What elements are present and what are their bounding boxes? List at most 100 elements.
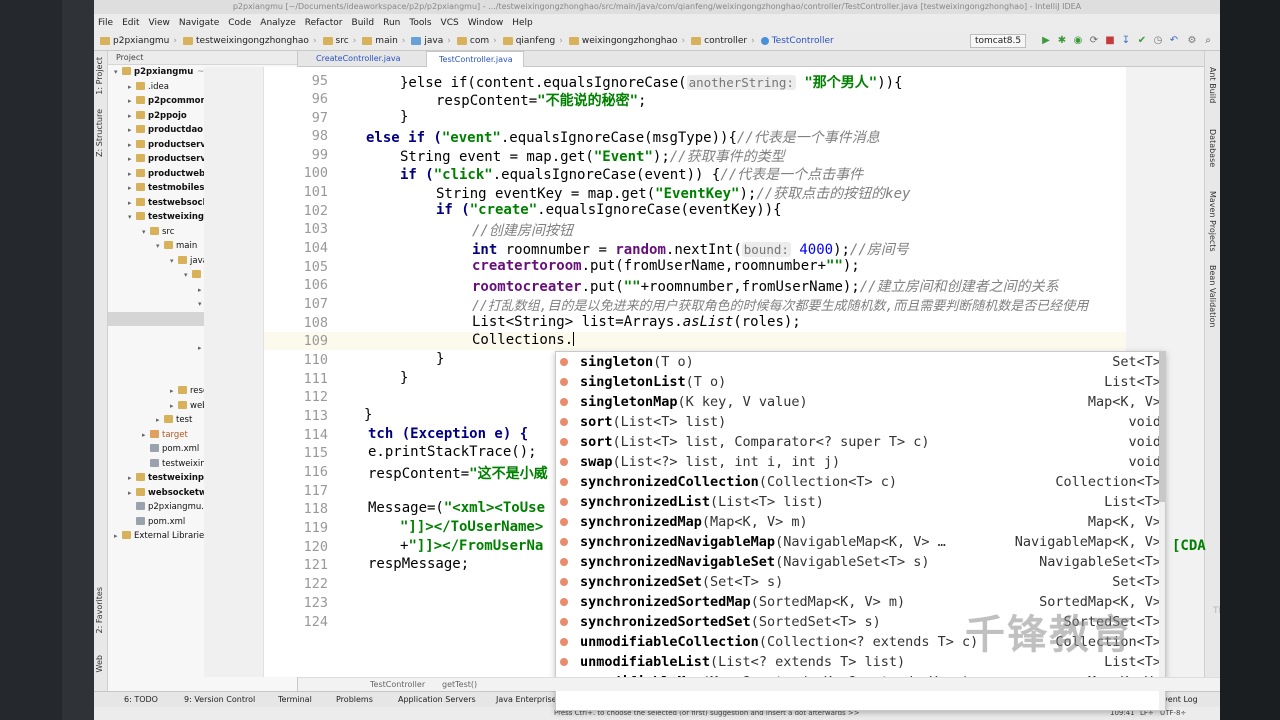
- expand-arrow-icon[interactable]: ▸: [170, 384, 178, 398]
- expand-arrow-icon[interactable]: ▸: [128, 152, 136, 166]
- expand-arrow-icon[interactable]: ▸: [128, 123, 136, 137]
- tool-tab-structure[interactable]: Z: Structure: [95, 109, 104, 157]
- expand-arrow-icon[interactable]: ▸: [128, 109, 136, 123]
- method-icon: [560, 618, 568, 626]
- breadcrumb-method[interactable]: getTest(): [442, 678, 477, 691]
- nav-crumb[interactable]: java ›: [411, 36, 451, 46]
- nav-crumb[interactable]: controller ›: [691, 36, 755, 46]
- search-everywhere-icon[interactable]: ⌕: [1202, 35, 1214, 47]
- nav-crumb[interactable]: weixingongzhonghao ›: [568, 36, 685, 46]
- run-config-select[interactable]: tomcat8.5: [970, 34, 1027, 48]
- tool-tab-web[interactable]: Web: [95, 655, 104, 672]
- tool-tab-bean-validation[interactable]: Bean Validation: [1208, 265, 1217, 327]
- completion-item-return-type: void: [1128, 414, 1161, 430]
- expand-arrow-icon[interactable]: ▸: [114, 529, 122, 543]
- build-icon[interactable]: ⟳: [1088, 35, 1100, 47]
- expand-arrow-icon[interactable]: ▸: [128, 471, 136, 485]
- tool-application-servers[interactable]: Application Servers: [398, 692, 476, 708]
- completion-item[interactable]: sort(List<T> list, Comparator<? super T>…: [556, 432, 1165, 452]
- completion-item[interactable]: synchronizedNavigableMap(NavigableMap<K,…: [556, 532, 1165, 552]
- tool-tab-project[interactable]: 1: Project: [95, 57, 104, 95]
- tool-java-enterprise[interactable]: Java Enterprise: [496, 692, 557, 708]
- expand-arrow-icon[interactable]: ▾: [114, 65, 122, 79]
- nav-crumb[interactable]: TestController: [760, 36, 834, 46]
- tool-terminal[interactable]: Terminal: [278, 692, 312, 708]
- tool-problems[interactable]: Problems: [336, 692, 373, 708]
- menu-vcs[interactable]: VCS: [441, 18, 459, 28]
- expand-arrow-icon[interactable]: ▸: [156, 413, 164, 427]
- expand-arrow-icon[interactable]: ▸: [128, 196, 136, 210]
- tool-todo[interactable]: 6: TODO: [124, 692, 158, 708]
- completion-item[interactable]: synchronizedNavigableSet(NavigableSet<T>…: [556, 552, 1165, 572]
- completion-scroll-thumb[interactable]: [1159, 352, 1165, 502]
- nav-crumb[interactable]: qianfeng ›: [502, 36, 563, 46]
- coverage-icon[interactable]: ◉: [1072, 35, 1084, 47]
- completion-item[interactable]: singletonMap(K key, V value) Map<K, V>: [556, 392, 1165, 412]
- nav-crumb[interactable]: p2pxiangmu ›: [100, 36, 177, 46]
- expand-arrow-icon[interactable]: ▸: [170, 399, 178, 413]
- tree-item-label: p2pxiangmu: [134, 67, 194, 77]
- line-number: 98: [311, 128, 328, 144]
- completion-item[interactable]: singletonList(T o) List<T>: [556, 372, 1165, 392]
- menu-code[interactable]: Code: [228, 18, 251, 28]
- menu-edit[interactable]: Edit: [122, 18, 139, 28]
- tab-create-controller[interactable]: CreateController.java: [304, 51, 411, 67]
- menu-help[interactable]: Help: [512, 18, 533, 28]
- completion-item-return-type: Collection<T>: [1055, 474, 1161, 490]
- expand-arrow-icon[interactable]: ▸: [128, 138, 136, 152]
- menu-view[interactable]: View: [149, 18, 170, 28]
- menu-tools[interactable]: Tools: [409, 18, 431, 28]
- expand-arrow-icon[interactable]: ▾: [128, 210, 136, 224]
- nav-crumb[interactable]: main ›: [362, 36, 405, 46]
- menu-navigate[interactable]: Navigate: [179, 18, 219, 28]
- nav-crumb[interactable]: com ›: [456, 36, 497, 46]
- menu-window[interactable]: Window: [468, 18, 504, 28]
- expand-arrow-icon[interactable]: ▸: [128, 167, 136, 181]
- completion-item[interactable]: synchronizedList(List<T> list) List<T>: [556, 492, 1165, 512]
- menu-run[interactable]: Run: [383, 18, 400, 28]
- completion-item[interactable]: synchronizedMap(Map<K, V> m) Map<K, V>: [556, 512, 1165, 532]
- vcs-commit-icon[interactable]: ✔: [1136, 35, 1148, 47]
- completion-item[interactable]: sort(List<T> list) void: [556, 412, 1165, 432]
- code-line: Message=("<xml><ToUse: [368, 500, 546, 516]
- vcs-revert-icon[interactable]: ↶: [1168, 35, 1180, 47]
- menu-refactor[interactable]: Refactor: [305, 18, 343, 28]
- stop-icon[interactable]: ■: [1104, 35, 1116, 47]
- completion-item[interactable]: singleton(T o) Set<T>: [556, 352, 1165, 372]
- method-icon: [560, 638, 568, 646]
- tab-test-controller[interactable]: TestController.java: [426, 51, 524, 67]
- tool-tab-ant-build[interactable]: Ant Build: [1208, 67, 1217, 103]
- completion-item-signature: (List<? extends T> list): [710, 654, 906, 670]
- expand-arrow-icon[interactable]: ▾: [170, 254, 178, 268]
- completion-item[interactable]: swap(List<?> list, int i, int j) void: [556, 452, 1165, 472]
- settings-icon[interactable]: ⚙: [1186, 35, 1198, 47]
- menu-file[interactable]: File: [98, 18, 113, 28]
- expand-arrow-icon[interactable]: ▸: [142, 428, 150, 442]
- completion-scrollbar[interactable]: [1159, 352, 1165, 710]
- expand-arrow-icon[interactable]: ▾: [142, 225, 150, 239]
- vcs-update-icon[interactable]: ↧: [1120, 35, 1132, 47]
- nav-crumb[interactable]: testweixingongzhonghao ›: [183, 36, 317, 46]
- vcs-history-icon[interactable]: ◷: [1152, 35, 1164, 47]
- line-number: 117: [303, 483, 328, 499]
- expand-arrow-icon[interactable]: ▾: [184, 268, 192, 282]
- completion-item-name: synchronizedList(List<T> list): [580, 494, 824, 510]
- run-icon[interactable]: ▶: [1040, 35, 1052, 47]
- expand-arrow-icon[interactable]: ▾: [156, 239, 164, 253]
- expand-arrow-icon[interactable]: ▸: [128, 486, 136, 500]
- breadcrumb-class[interactable]: TestController: [370, 678, 425, 691]
- completion-item[interactable]: synchronizedCollection(Collection<T> c) C…: [556, 472, 1165, 492]
- expand-arrow-icon[interactable]: ▸: [128, 80, 136, 94]
- tool-version-control[interactable]: 9: Version Control: [184, 692, 255, 708]
- tool-tab-database[interactable]: Database: [1208, 129, 1217, 167]
- expand-arrow-icon[interactable]: ▸: [128, 181, 136, 195]
- menu-analyze[interactable]: Analyze: [260, 18, 295, 28]
- expand-arrow-icon[interactable]: ▸: [128, 94, 136, 108]
- tool-tab-maven-projects[interactable]: Maven Projects: [1208, 191, 1217, 252]
- tool-tab-favorites[interactable]: 2: Favorites: [95, 587, 104, 633]
- folder-icon: [136, 197, 145, 206]
- menu-build[interactable]: Build: [352, 18, 375, 28]
- nav-crumb[interactable]: src ›: [322, 36, 356, 46]
- completion-item[interactable]: synchronizedSet(Set<T> s) Set<T>: [556, 572, 1165, 592]
- debug-icon[interactable]: ✱: [1056, 35, 1068, 47]
